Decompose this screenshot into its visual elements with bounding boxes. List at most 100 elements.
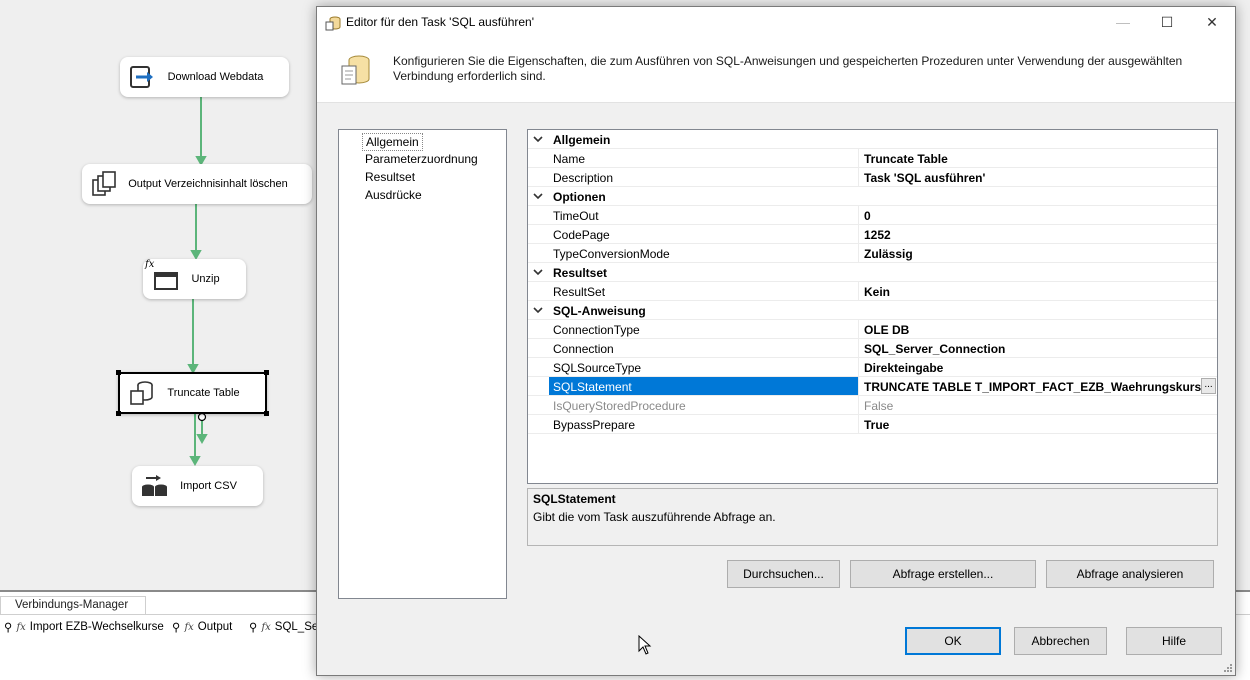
minimize-icon: — [1116, 14, 1130, 30]
chevron-down-icon[interactable] [532, 304, 544, 316]
parse-query-button[interactable]: Abfrage analysieren [1046, 560, 1214, 588]
nav-item-parameterzuordnung[interactable]: Parameterzuordnung [362, 151, 481, 167]
property-row[interactable]: ResultSet Kein [528, 282, 1217, 301]
column-divider [858, 339, 859, 358]
column-divider [858, 320, 859, 339]
column-divider [858, 206, 859, 225]
task-label: Download Webdata [167, 71, 264, 83]
property-value[interactable]: Zulässig [864, 247, 913, 261]
task-output-verzeichnis-loeschen[interactable]: Output Verzeichnisinhalt löschen [82, 164, 312, 204]
property-row[interactable]: IsQueryStoredProcedure False [528, 396, 1217, 415]
task-label: Output Verzeichnisinhalt löschen [128, 178, 288, 190]
property-row[interactable]: BypassPrepare True [528, 415, 1217, 434]
build-query-button[interactable]: Abfrage erstellen... [850, 560, 1036, 588]
property-row[interactable]: Name Truncate Table [528, 149, 1217, 168]
expression-fx-icon: fx [145, 259, 155, 270]
category-row[interactable]: Allgemein [528, 130, 1217, 149]
category-row[interactable]: Optionen [528, 187, 1217, 206]
edit-ellipsis-button[interactable]: ... [1201, 378, 1216, 394]
category-label: Optionen [553, 190, 606, 204]
property-row[interactable]: CodePage 1252 [528, 225, 1217, 244]
task-download-webdata[interactable]: Download Webdata [120, 57, 289, 97]
task-import-csv[interactable]: Import CSV [132, 466, 263, 506]
expression-fx-icon: fx [16, 621, 26, 633]
connection-item-output[interactable]: ⚲ fx Output [172, 620, 232, 634]
close-button[interactable]: ✕ [1189, 7, 1235, 37]
mouse-pointer-icon [638, 635, 652, 655]
property-name: CodePage [553, 228, 610, 242]
category-row[interactable]: SQL-Anweisung [528, 301, 1217, 320]
column-divider [858, 225, 859, 244]
task-truncate-table[interactable]: Truncate Table [118, 372, 267, 414]
property-value[interactable]: True [864, 418, 889, 432]
property-name: ConnectionType [553, 323, 640, 337]
property-row[interactable]: ConnectionType OLE DB [528, 320, 1217, 339]
column-divider [858, 282, 859, 301]
property-row[interactable]: Description Task 'SQL ausführen' [528, 168, 1217, 187]
property-row[interactable]: SQLSourceType Direkteingabe [528, 358, 1217, 377]
task-label: Unzip [191, 273, 220, 285]
property-row[interactable]: TypeConversionMode Zulässig [528, 244, 1217, 263]
connection-item-import-ezb[interactable]: ⚲ fx Import EZB-Wechselkurse [4, 620, 164, 634]
chevron-down-icon[interactable] [532, 190, 544, 202]
property-description-text: Gibt die vom Task auszuführende Abfrage … [533, 510, 776, 524]
dialog-header: Konfigurieren Sie die Eigenschaften, die… [317, 37, 1235, 103]
property-row[interactable]: TimeOut 0 [528, 206, 1217, 225]
task-unzip[interactable]: fx Unzip [143, 259, 246, 299]
execute-sql-task-editor-dialog: Editor für den Task 'SQL ausführen' — ☐ … [316, 6, 1236, 676]
property-value[interactable]: Task 'SQL ausführen' [864, 171, 985, 185]
category-label: Allgemein [553, 133, 611, 147]
column-divider [858, 358, 859, 377]
property-value[interactable]: TRUNCATE TABLE T_IMPORT_FACT_EZB_Waehrun… [864, 380, 1208, 394]
category-row[interactable]: Resultset [528, 263, 1217, 282]
property-name: Description [553, 171, 614, 185]
page-navigation-list[interactable]: Allgemein Parameterzuordnung Resultset A… [338, 129, 507, 599]
chevron-down-icon[interactable] [532, 266, 544, 278]
column-divider [858, 168, 859, 187]
property-name: SQLStatement [553, 380, 632, 394]
connection-icon: ⚲ [4, 622, 13, 634]
cancel-button[interactable]: Abbrechen [1014, 627, 1107, 655]
column-divider [858, 377, 859, 396]
category-label: Resultset [553, 266, 608, 280]
expression-fx-icon: fx [261, 621, 271, 633]
sql-task-large-icon [341, 55, 370, 85]
property-row[interactable]: SQLStatement TRUNCATE TABLE T_IMPORT_FACT… [528, 377, 1217, 396]
title-bar[interactable]: Editor für den Task 'SQL ausführen' — ☐ … [317, 7, 1235, 37]
property-value[interactable]: SQL_Server_Connection [864, 342, 1005, 356]
help-button[interactable]: Hilfe [1126, 627, 1222, 655]
connection-label: SQL_Ser [274, 621, 323, 633]
ok-button[interactable]: OK [905, 627, 1001, 655]
property-value[interactable]: OLE DB [864, 323, 909, 337]
property-grid[interactable]: Allgemein Name Truncate Table Description Ta… [527, 129, 1218, 484]
maximize-button[interactable]: ☐ [1144, 7, 1190, 37]
property-name: Connection [553, 342, 614, 356]
tab-verbindungs-manager[interactable]: Verbindungs-Manager [0, 596, 146, 614]
selection-handle[interactable] [116, 370, 121, 375]
resize-grip-icon[interactable] [1223, 663, 1233, 673]
browse-button[interactable]: Durchsuchen... [727, 560, 840, 588]
column-divider [858, 244, 859, 263]
nav-item-resultset[interactable]: Resultset [362, 169, 418, 185]
column-divider [858, 396, 859, 415]
property-value[interactable]: 0 [864, 209, 871, 223]
connection-item-sql-server[interactable]: ⚲ fx SQL_Ser [249, 620, 322, 634]
property-value[interactable]: Truncate Table [864, 152, 948, 166]
property-description-title: SQLStatement [533, 492, 616, 506]
minimize-button[interactable]: — [1100, 7, 1146, 37]
property-value[interactable]: Kein [864, 285, 890, 299]
chevron-down-icon[interactable] [532, 133, 544, 145]
property-name: SQLSourceType [553, 361, 642, 375]
property-value[interactable]: Direkteingabe [864, 361, 943, 375]
selection-handle[interactable] [264, 370, 269, 375]
property-value[interactable]: 1252 [864, 228, 891, 242]
nav-item-ausdruecke[interactable]: Ausdrücke [362, 187, 425, 203]
selection-handle[interactable] [264, 411, 269, 416]
property-value[interactable]: False [864, 399, 893, 413]
dialog-title: Editor für den Task 'SQL ausführen' [346, 15, 535, 29]
selection-handle[interactable] [116, 411, 121, 416]
nav-item-allgemein[interactable]: Allgemein [362, 133, 423, 151]
property-row[interactable]: Connection SQL_Server_Connection [528, 339, 1217, 358]
column-divider [858, 149, 859, 168]
task-label: Truncate Table [167, 387, 240, 399]
